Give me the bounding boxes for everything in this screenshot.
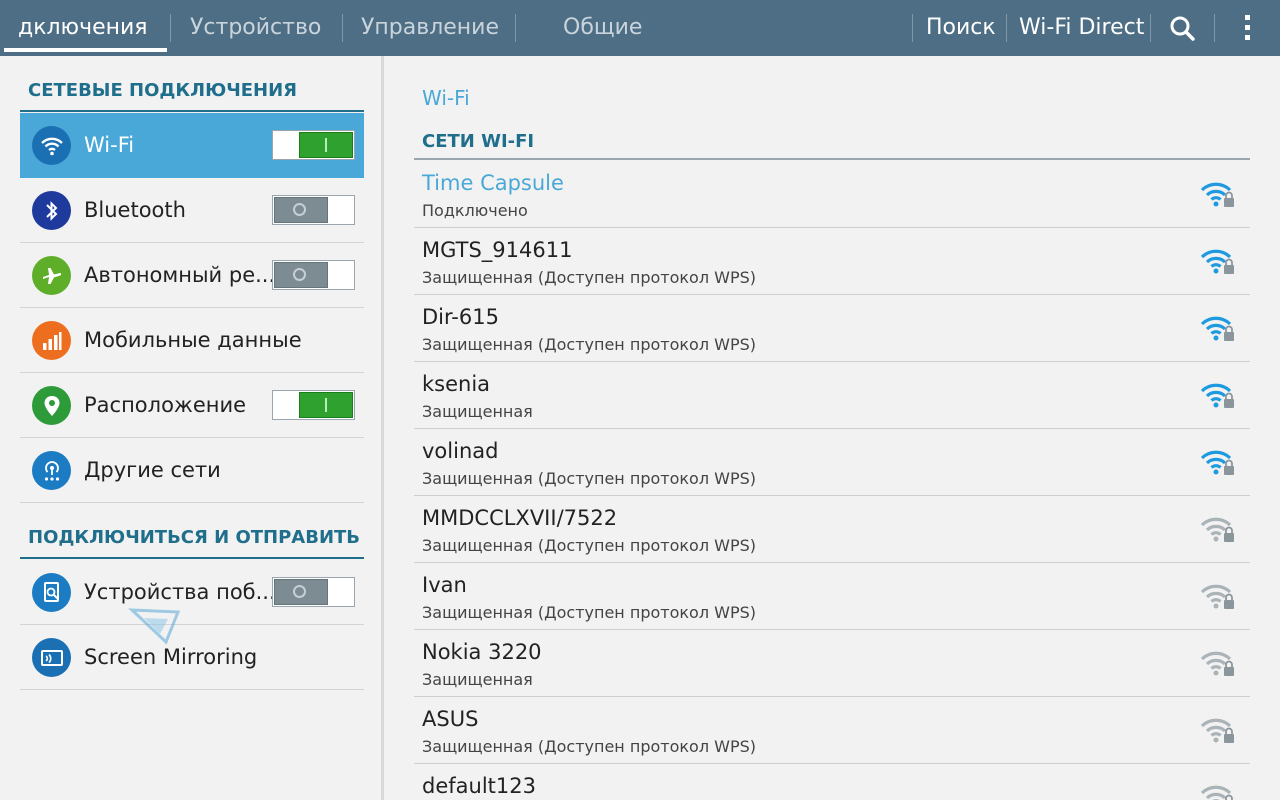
sidebar-item-location[interactable]: Расположение [20, 373, 364, 438]
wifi-icon [32, 126, 71, 165]
toggle-knob [274, 579, 328, 605]
wifi-direct-button[interactable]: Wi-Fi Direct [1019, 0, 1144, 56]
network-status: Защищенная (Доступен протокол WPS) [422, 469, 756, 488]
wifi-signal-locked-icon [1200, 517, 1234, 542]
network-name: default123 [422, 774, 536, 798]
network-name: volinad [422, 439, 499, 463]
section-header-network: СЕТЕВЫЕ ПОДКЛЮЧЕНИЯ [20, 76, 364, 112]
toggle-knob [299, 392, 353, 418]
network-status: Защищенная (Доступен протокол WPS) [422, 268, 756, 287]
sidebar-item-mobile-data[interactable]: Мобильные данные [20, 308, 364, 373]
section-header-connect-share: ПОДКЛЮЧИТЬСЯ И ОТПРАВИТЬ [20, 523, 364, 559]
overflow-menu-button[interactable] [1230, 0, 1266, 56]
wifi-network-row[interactable]: MGTS_914611 Защищенная (Доступен протокол… [414, 228, 1250, 295]
sidebar-item-label: Другие сети [84, 458, 221, 482]
wifi-signal-locked-icon [1200, 718, 1234, 743]
wifi-signal-locked-icon [1200, 450, 1234, 475]
airplane-mode-toggle[interactable] [272, 260, 355, 290]
wifi-network-row[interactable]: volinad Защищенная (Доступен протокол WPS… [414, 429, 1250, 496]
wifi-signal-locked-icon [1200, 651, 1234, 676]
sidebar-item-airplane-mode[interactable]: Автономный ре... [20, 243, 364, 308]
network-name: Nokia 3220 [422, 640, 542, 664]
wifi-networks-header: СЕТИ WI-FI [414, 124, 1250, 160]
sidebar-item-other-networks[interactable]: Другие сети [20, 438, 364, 503]
sidebar-item-label: Wi-Fi [84, 133, 135, 157]
location-toggle[interactable] [272, 390, 355, 420]
toggle-knob [274, 262, 328, 288]
tab-divider [515, 14, 516, 42]
other-networks-icon [32, 451, 71, 490]
search-icon [1170, 16, 1195, 41]
toggle-knob [299, 132, 353, 158]
network-status: Защищенная (Доступен протокол WPS) [422, 335, 756, 354]
bluetooth-icon [32, 191, 71, 230]
wifi-network-row[interactable]: ASUS Защищенная (Доступен протокол WPS) [414, 697, 1250, 764]
bluetooth-toggle[interactable] [272, 195, 355, 225]
mobile-data-icon [32, 321, 71, 360]
toggle-knob [274, 197, 328, 223]
wifi-network-row[interactable]: Time Capsule Подключено [414, 161, 1250, 228]
sidebar-item-screen-mirroring[interactable]: Screen Mirroring [20, 625, 364, 690]
sidebar-item-label: Bluetooth [84, 198, 186, 222]
wifi-signal-locked-icon [1200, 383, 1234, 408]
tab-selected-indicator [4, 48, 167, 52]
network-status: Защищенная (Доступен протокол WPS) [422, 737, 756, 756]
action-divider [1214, 14, 1215, 42]
tab-general[interactable]: Общие [563, 0, 642, 56]
wifi-signal-locked-icon [1200, 584, 1234, 609]
airplane-icon [32, 256, 71, 295]
network-name: ksenia [422, 372, 491, 396]
wifi-signal-locked-icon [1200, 249, 1234, 274]
search-action-button[interactable]: Поиск [926, 0, 996, 56]
screen-mirroring-icon [32, 638, 71, 677]
tab-device[interactable]: Устройство [190, 0, 321, 56]
sidebar-item-label: Мобильные данные [84, 328, 302, 352]
sidebar-item-nearby-devices[interactable]: Устройства поб... [20, 560, 364, 625]
wifi-network-row[interactable]: default123 [414, 764, 1250, 800]
watermark-logo-icon [128, 608, 181, 645]
wifi-network-row[interactable]: MMDCCLXVII/7522 Защищенная (Доступен прот… [414, 496, 1250, 563]
tab-divider [342, 14, 343, 42]
network-name: MGTS_914611 [422, 238, 573, 262]
network-status: Защищенная (Доступен протокол WPS) [422, 603, 756, 622]
network-name: Ivan [422, 573, 467, 597]
sidebar-item-bluetooth[interactable]: Bluetooth [20, 178, 364, 243]
network-name: Time Capsule [422, 171, 564, 195]
network-status: Защищенная (Доступен протокол WPS) [422, 536, 756, 555]
overflow-menu-icon [1245, 15, 1250, 40]
network-name: ASUS [422, 707, 479, 731]
nearby-devices-icon [32, 573, 71, 612]
network-status: Защищенная [422, 402, 533, 421]
network-status: Подключено [422, 201, 528, 220]
wifi-network-row[interactable]: Dir-615 Защищенная (Доступен протокол WPS… [414, 295, 1250, 362]
sidebar-item-label: Автономный ре... [84, 263, 276, 287]
action-divider [1006, 14, 1007, 42]
panel-divider [381, 56, 384, 800]
action-divider [912, 14, 913, 42]
sidebar-item-label: Расположение [84, 393, 247, 417]
action-divider [1150, 14, 1151, 42]
wifi-signal-locked-icon [1200, 316, 1234, 341]
action-bar: дключения Устройство Управление Общие По… [0, 0, 1280, 56]
wifi-signal-locked-icon [1200, 182, 1234, 207]
search-button[interactable] [1158, 0, 1206, 56]
nearby-devices-toggle[interactable] [272, 577, 355, 607]
wifi-signal-locked-icon [1200, 785, 1233, 800]
location-icon [32, 386, 71, 425]
network-name: Dir-615 [422, 305, 499, 329]
network-name: MMDCCLXVII/7522 [422, 506, 618, 530]
wifi-toggle[interactable] [272, 130, 355, 160]
wifi-network-row[interactable]: ksenia Защищенная [414, 362, 1250, 429]
tab-divider [170, 14, 171, 42]
network-status: Защищенная [422, 670, 533, 689]
wifi-network-row[interactable]: Nokia 3220 Защищенная [414, 630, 1250, 697]
wifi-network-row[interactable]: Ivan Защищенная (Доступен протокол WPS) [414, 563, 1250, 630]
sidebar-item-wifi[interactable]: Wi-Fi [20, 113, 364, 178]
tab-controls[interactable]: Управление [361, 0, 499, 56]
breadcrumb: Wi-Fi [422, 86, 470, 110]
